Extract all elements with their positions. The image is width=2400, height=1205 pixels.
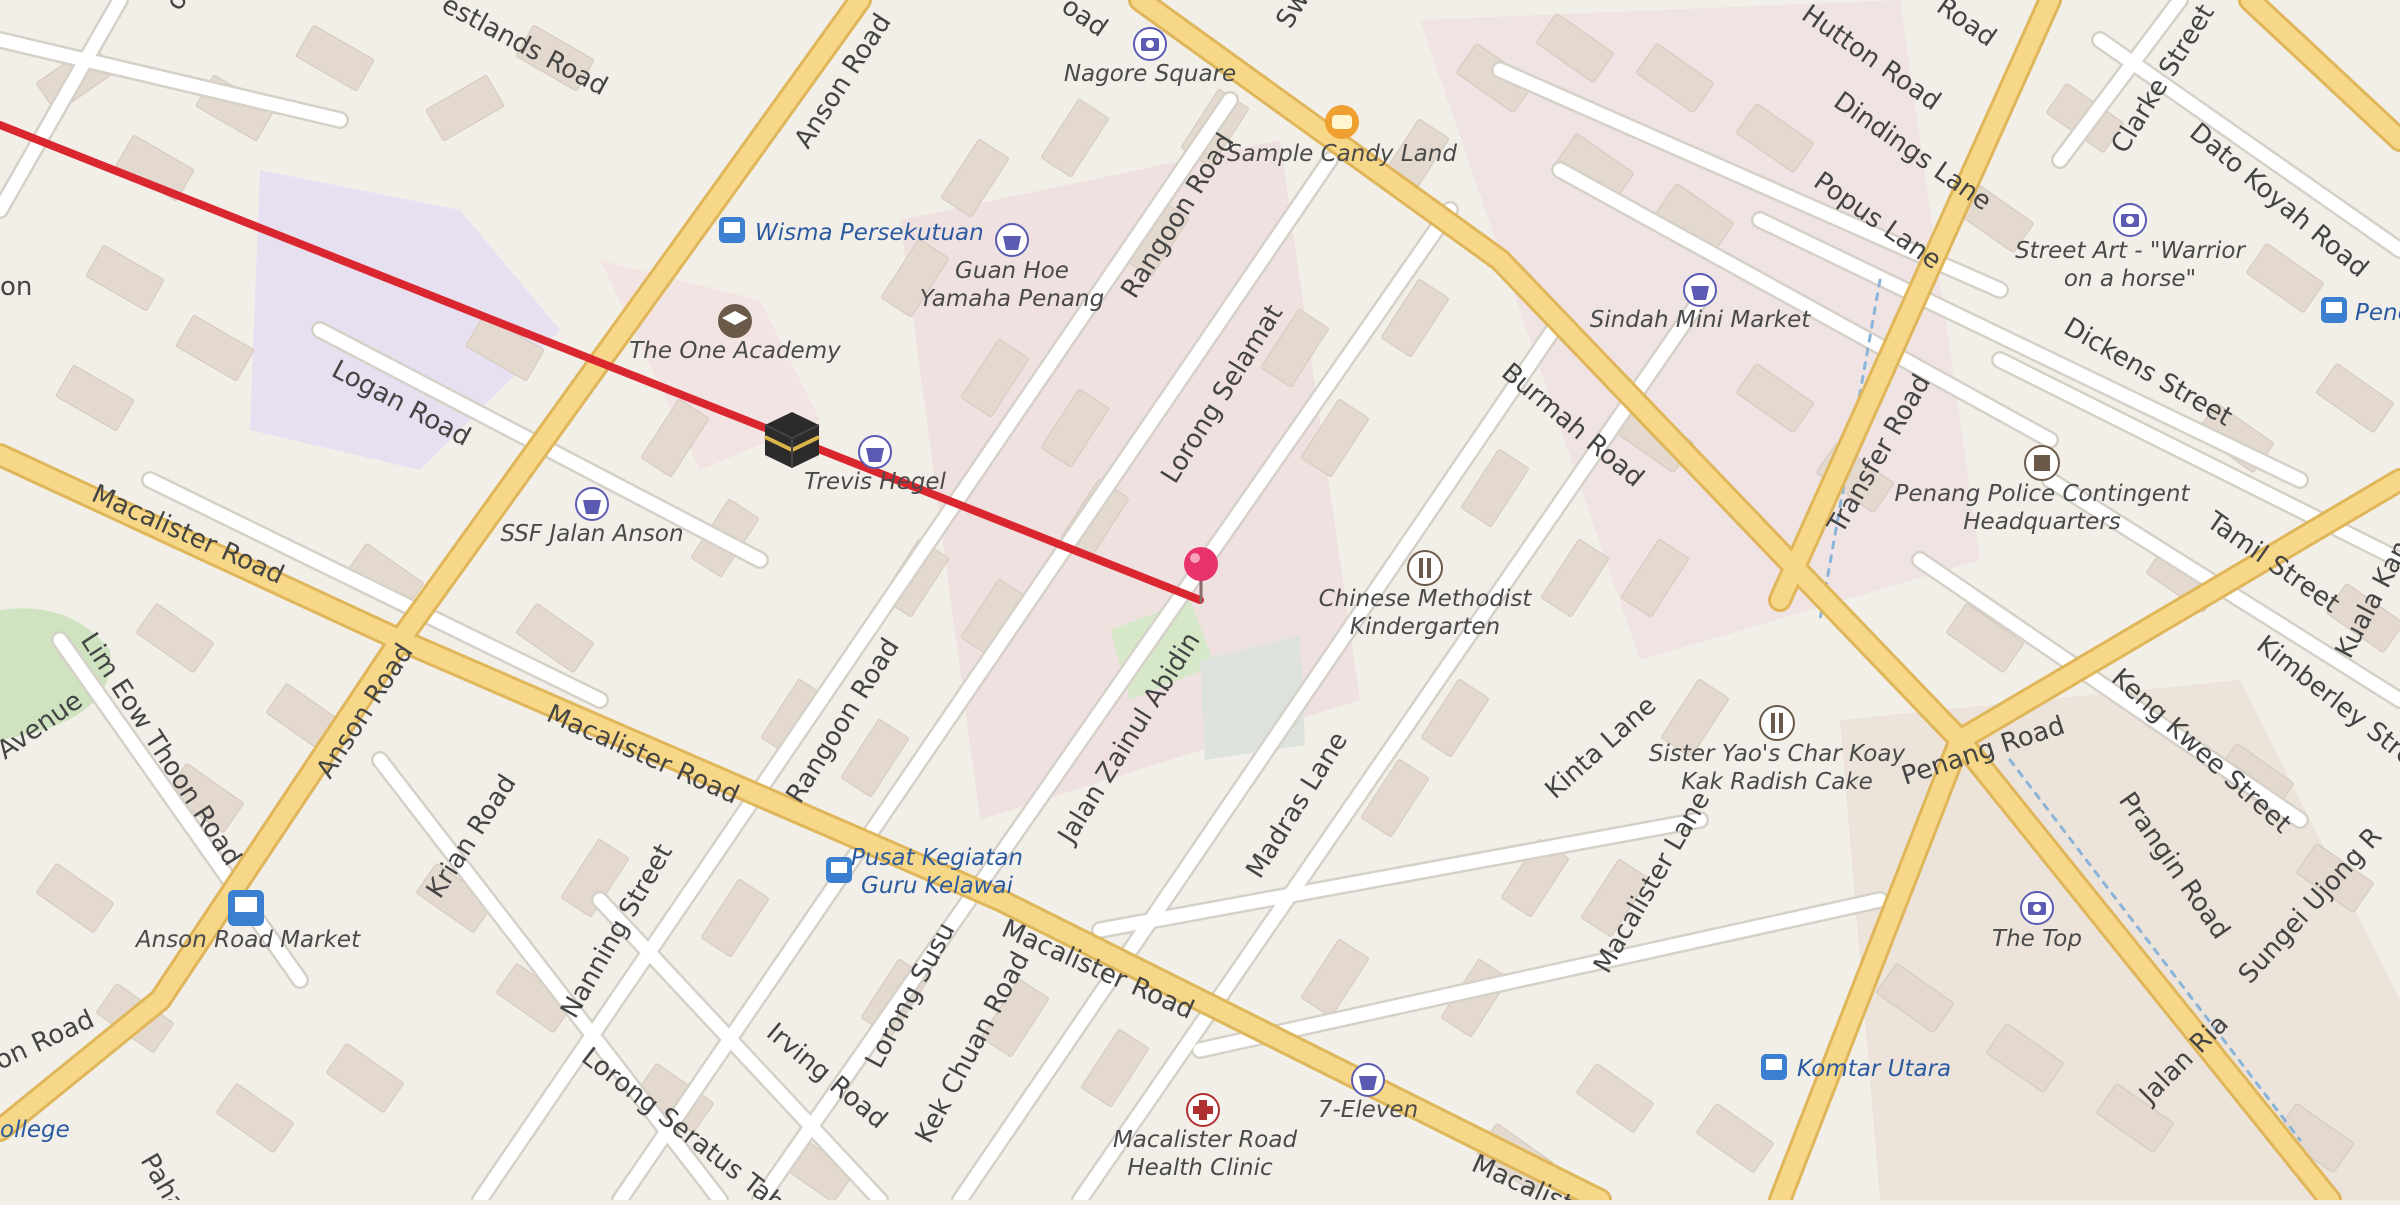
poi-label: Sindah Mini Market	[1590, 307, 1812, 333]
poi-college[interactable]: ollege	[0, 1117, 70, 1143]
poi-label-2: Guru Kelawai	[861, 873, 1014, 899]
poi-label: 7-Eleven	[1318, 1097, 1418, 1123]
poi-label: Pusat Kegiatan	[851, 845, 1023, 871]
poi-wisma-persekutuan[interactable]: Wisma Persekutuan	[719, 217, 984, 246]
poi-label: SSF Jalan Anson	[500, 521, 683, 547]
poi-label-2: Health Clinic	[1127, 1155, 1273, 1181]
poi-label-2: Headquarters	[1963, 509, 2120, 535]
poi-label: Street Art - "Warrior	[2015, 238, 2246, 264]
poi-label: The One Academy	[629, 338, 841, 364]
poi-label-2: on a horse"	[2064, 266, 2196, 292]
poi-label: Sister Yao's Char Koay	[1649, 741, 1906, 767]
poi-label: ollege	[0, 1117, 70, 1143]
poi-label: Wisma Persekutuan	[755, 220, 984, 246]
poi-penc-bus[interactable]: Penc	[2321, 297, 2400, 326]
poi-label: Anson Road Market	[134, 927, 361, 953]
poi-label: Guan Hoe	[955, 258, 1069, 284]
restaurant-icon	[1759, 705, 1795, 741]
poi-label: Chinese Methodist	[1319, 586, 1533, 612]
kindergarten-icon	[1407, 550, 1443, 586]
poi-label: Penang Police Contingent	[1894, 481, 2190, 507]
poi-label: Macalister Road	[1113, 1127, 1298, 1153]
map-canvas[interactable]: Anson Road Anson Road on Road Macalister…	[0, 0, 2400, 1205]
poi-label: Trevis Hegel	[804, 469, 946, 495]
poi-label: The Top	[1992, 926, 2082, 952]
poi-label: Komtar Utara	[1797, 1056, 1951, 1082]
poi-label: Penc	[2355, 300, 2400, 326]
map-view[interactable]: Anson Road Anson Road on Road Macalister…	[0, 0, 2400, 1205]
poi-label: Nagore Square	[1064, 61, 1236, 87]
poi-label-2: Yamaha Penang	[920, 286, 1104, 312]
partial-road-label-6: on	[0, 272, 32, 302]
poi-label: Sample Candy Land	[1227, 141, 1457, 167]
poi-label-2: Kindergarten	[1350, 614, 1500, 640]
poi-label-2: Kak Radish Cake	[1681, 769, 1873, 795]
